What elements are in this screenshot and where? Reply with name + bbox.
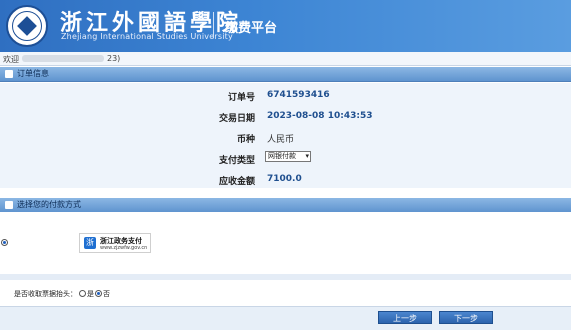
welcome-bar: 欢迎 23) — [0, 52, 571, 66]
receipt-yes-radio[interactable] — [79, 290, 86, 297]
receipt-no-label: 否 — [103, 290, 110, 298]
order-number-value: 6741593416 — [267, 90, 330, 100]
order-number-row: 订单号 6741593416 — [0, 86, 571, 106]
receipt-yes-label: 是 — [87, 290, 94, 298]
university-name-en: Zhejiang International Studies Universit… — [61, 32, 233, 41]
currency-row: 币种 人民币 — [0, 128, 571, 148]
payment-method-radio[interactable] — [1, 239, 8, 246]
chevron-down-icon: ▾ — [305, 152, 309, 160]
payment-type-label: 支付类型 — [218, 156, 255, 166]
trade-date-row: 交易日期 2023-08-08 10:43:53 — [0, 107, 571, 127]
header-divider — [213, 12, 214, 38]
app-title: 缴费平台 — [225, 21, 278, 36]
welcome-suffix: 23) — [107, 54, 121, 63]
currency-label: 币种 — [236, 135, 255, 145]
payment-method-title: 选择您的付款方式 — [17, 200, 81, 209]
receipt-question: 是否收取票据抬头： — [14, 290, 77, 298]
next-step-button[interactable]: 下一步 — [439, 311, 493, 324]
zhejiang-pay-option[interactable]: 浙 浙江政务支付 www.zjzwfw.gov.cn — [79, 233, 151, 253]
order-info-title: 订单信息 — [17, 69, 49, 78]
order-info-header: 订单信息 — [0, 67, 571, 82]
order-number-label: 订单号 — [227, 93, 255, 103]
redacted-user-info — [22, 55, 104, 62]
amount-due-label: 应收金额 — [218, 177, 255, 187]
amount-due-value: 7100.0 — [267, 174, 302, 184]
payment-type-row: 支付类型 网银付款 ▾ — [0, 149, 571, 169]
zhejiang-pay-icon: 浙 — [84, 237, 96, 249]
amount-due-row: 应收金额 7100.0 — [0, 170, 571, 190]
payment-method-header: 选择您的付款方式 — [0, 198, 571, 213]
trade-date-label: 交易日期 — [218, 114, 255, 124]
prev-step-button[interactable]: 上一步 — [378, 311, 432, 324]
header-banner: 浙江外國語學院 Zhejiang International Studies U… — [0, 0, 571, 52]
payment-type-select[interactable]: 网银付款 ▾ — [265, 151, 311, 162]
university-logo-icon — [6, 5, 48, 47]
section-divider — [0, 274, 571, 280]
payment-type-selected: 网银付款 — [268, 152, 296, 160]
section-icon — [5, 201, 13, 209]
payment-method-url: www.zjzwfw.gov.cn — [100, 245, 148, 251]
section-icon — [5, 70, 13, 78]
footer-bar: 上一步 下一步 — [0, 306, 571, 330]
currency-value: 人民币 — [267, 135, 295, 145]
receipt-no-radio[interactable] — [95, 290, 102, 297]
welcome-prefix: 欢迎 — [3, 55, 19, 64]
order-info-panel: 订单号 6741593416 交易日期 2023-08-08 10:43:53 … — [0, 83, 571, 188]
trade-date-value: 2023-08-08 10:43:53 — [267, 111, 373, 121]
